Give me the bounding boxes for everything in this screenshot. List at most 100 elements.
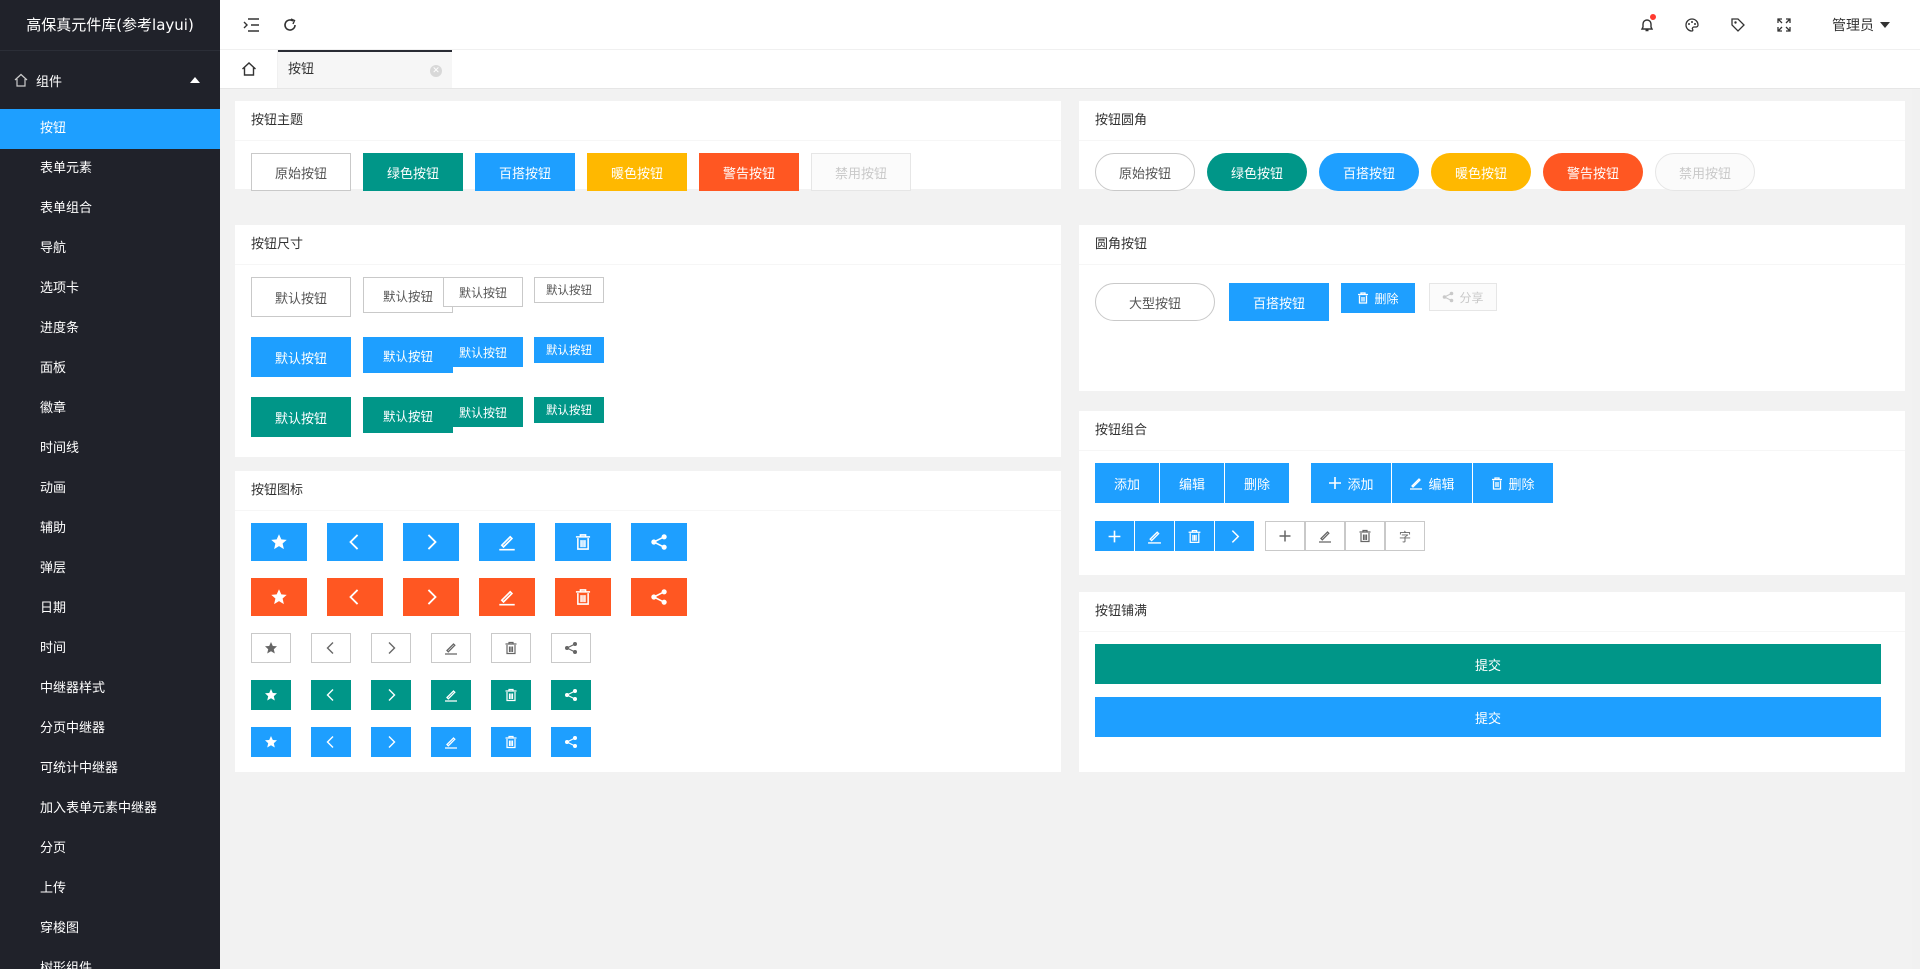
group-delete-button[interactable]: 删除 [1225,463,1289,503]
normal-size-button[interactable]: 默认按钮 [443,337,523,367]
right-icon-button[interactable] [371,633,411,663]
sidebar-item[interactable]: 按钮 [0,109,220,149]
sidebar-item[interactable]: 分页 [0,829,220,869]
left-icon-button[interactable] [311,633,351,663]
edit-icon-button[interactable] [431,633,471,663]
right-icon-button[interactable] [371,727,411,757]
sidebar-item[interactable]: 穿梭图 [0,909,220,949]
star-icon-button[interactable] [251,633,291,663]
danger-button[interactable]: 警告按钮 [699,153,799,191]
sidebar-item[interactable]: 树形组件 [0,949,220,969]
sidebar-item[interactable]: 进度条 [0,309,220,349]
group-add-button[interactable]: 添加 [1095,463,1159,503]
normal-button[interactable]: 百搭按钮 [475,153,575,191]
trash-icon-button[interactable] [555,523,611,561]
round-danger-button[interactable]: 警告按钮 [1543,153,1643,191]
bell-icon[interactable] [1637,14,1657,35]
user-menu[interactable]: 管理员 [1832,15,1890,35]
group-edit-button[interactable]: 编辑 [1160,463,1224,503]
fullscreen-icon[interactable] [1774,15,1794,35]
group-outline-plus-button[interactable] [1265,521,1305,551]
star-icon-button[interactable] [251,680,291,710]
edit-icon-button[interactable] [479,578,535,616]
vertical-scrollbar[interactable] [1912,89,1920,969]
sidebar-item[interactable]: 上传 [0,869,220,909]
left-icon-button[interactable] [327,578,383,616]
sidebar-item[interactable]: 面板 [0,349,220,389]
edit-icon-button[interactable] [431,680,471,710]
star-icon-button[interactable] [251,727,291,757]
close-icon[interactable]: ✕ [430,65,442,77]
round-normal-button[interactable]: 百搭按钮 [1319,153,1419,191]
tab-buttons[interactable]: 按钮 ✕ [278,50,452,88]
group-plus-button[interactable] [1095,521,1134,551]
green-button[interactable]: 绿色按钮 [363,153,463,191]
group-right-button[interactable] [1215,521,1254,551]
group-outline-edit-button[interactable] [1305,521,1345,551]
trash-icon-button[interactable] [491,680,531,710]
right-icon-button[interactable] [403,523,459,561]
fluid-submit-blue-button[interactable]: 提交 [1095,697,1881,737]
trash-icon-button[interactable] [491,633,531,663]
sidebar-item[interactable]: 时间 [0,629,220,669]
primary-button[interactable]: 原始按钮 [251,153,351,191]
primary-size-button[interactable]: 默认按钮 [443,277,523,307]
share-icon-button[interactable] [631,523,687,561]
star-icon-button[interactable] [251,523,307,561]
sidebar-item[interactable]: 分页中继器 [0,709,220,749]
round-warm-button[interactable]: 暖色按钮 [1431,153,1531,191]
edit-icon-button[interactable] [431,727,471,757]
sidebar-item[interactable]: 弹层 [0,549,220,589]
round-green-button[interactable]: 绿色按钮 [1207,153,1307,191]
primary-size-button[interactable]: 默认按钮 [363,277,453,313]
refresh-icon[interactable] [280,15,300,35]
share-icon-button[interactable] [551,633,591,663]
sidebar-item[interactable]: 加入表单元素中继器 [0,789,220,829]
normal-size-button[interactable]: 默认按钮 [534,337,604,363]
group-edit-button[interactable] [1135,521,1174,551]
sidebar-item[interactable]: 可统计中继器 [0,749,220,789]
sidebar-item[interactable]: 辅助 [0,509,220,549]
green-size-button[interactable]: 默认按钮 [443,397,523,427]
home-tab[interactable] [220,50,278,88]
normal-button[interactable]: 百搭按钮 [1229,283,1329,321]
round-primary-button[interactable]: 原始按钮 [1095,153,1195,191]
green-size-button[interactable]: 默认按钮 [363,397,453,433]
sidebar-item[interactable]: 导航 [0,229,220,269]
left-icon-button[interactable] [311,727,351,757]
theme-palette-icon[interactable] [1682,15,1702,35]
share-icon-button[interactable] [631,578,687,616]
normal-size-button[interactable]: 默认按钮 [363,337,453,373]
sidebar-group-components[interactable]: 组件 [0,51,220,109]
primary-size-button[interactable]: 默认按钮 [534,277,604,303]
delete-button[interactable]: 删除 [1341,283,1415,313]
left-icon-button[interactable] [311,680,351,710]
tag-icon[interactable] [1728,15,1748,35]
group-outline-char-button[interactable]: 字 [1385,521,1425,551]
sidebar-item[interactable]: 中继器样式 [0,669,220,709]
star-icon-button[interactable] [251,578,307,616]
sidebar-item[interactable]: 日期 [0,589,220,629]
green-size-button[interactable]: 默认按钮 [534,397,604,423]
group-outline-trash-button[interactable] [1345,521,1385,551]
menu-toggle-icon[interactable] [242,15,262,35]
green-size-button[interactable]: 默认按钮 [251,397,351,437]
group-icon-delete-button[interactable]: 删除 [1473,463,1553,503]
group-icon-add-button[interactable]: 添加 [1311,463,1391,503]
share-icon-button[interactable] [551,727,591,757]
trash-icon-button[interactable] [491,727,531,757]
sidebar-item[interactable]: 表单组合 [0,189,220,229]
large-round-button[interactable]: 大型按钮 [1095,283,1215,321]
share-icon-button[interactable] [551,680,591,710]
sidebar-item[interactable]: 选项卡 [0,269,220,309]
sidebar-item[interactable]: 表单元素 [0,149,220,189]
warm-button[interactable]: 暖色按钮 [587,153,687,191]
fluid-submit-green-button[interactable]: 提交 [1095,644,1881,684]
normal-size-button[interactable]: 默认按钮 [251,337,351,377]
sidebar-item[interactable]: 时间线 [0,429,220,469]
right-icon-button[interactable] [403,578,459,616]
group-trash-button[interactable] [1175,521,1214,551]
primary-size-button[interactable]: 默认按钮 [251,277,351,317]
trash-icon-button[interactable] [555,578,611,616]
sidebar-item[interactable]: 动画 [0,469,220,509]
